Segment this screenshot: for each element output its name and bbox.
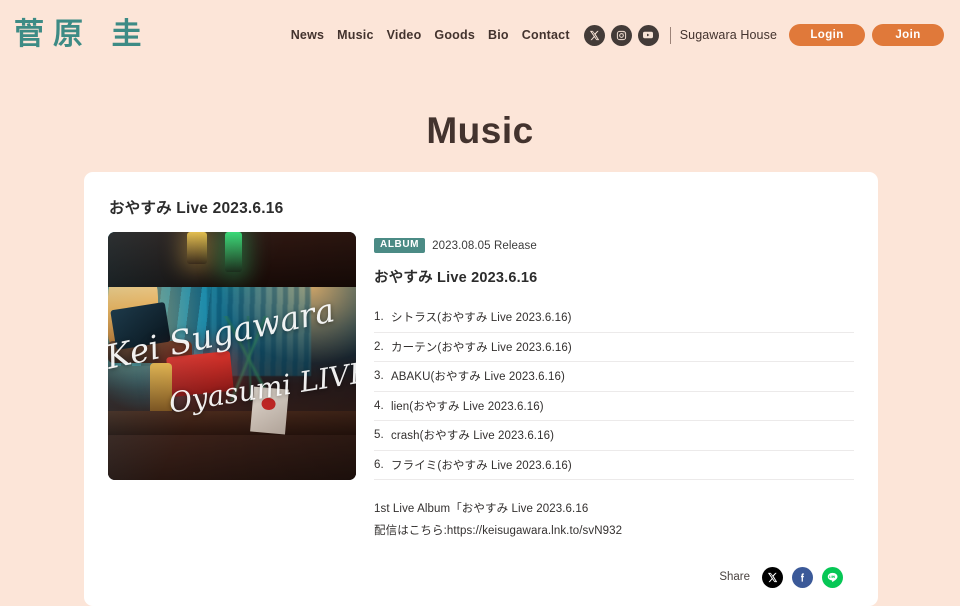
instagram-icon[interactable] [610,24,632,46]
release-info: ALBUM 2023.08.05 Release おやすみ Live 2023.… [356,232,854,543]
join-button[interactable]: Join [872,24,944,46]
site-logo[interactable]: 菅原 圭 [14,20,150,50]
track-row: 4. lien(おやすみ Live 2023.6.16) [374,392,854,421]
share-line-button[interactable] [822,566,843,588]
header-divider [669,26,671,44]
share-row: Share [108,566,854,606]
track-title: フライミ(おやすみ Live 2023.6.16) [391,459,572,472]
release-card: おやすみ Live 2023.6.16 Kei Sugawara Oyasumi… [84,172,878,606]
track-number: 3. [374,370,384,383]
track-title: crash(おやすみ Live 2023.6.16) [391,430,555,443]
nav-item-video[interactable]: Video [387,28,422,42]
track-title: カーテン(おやすみ Live 2023.6.16) [391,341,572,354]
track-row: 1. シトラス(おやすみ Live 2023.6.16) [374,303,854,333]
release-description: 1st Live Album「おやすみ Live 2023.6.16 配信はこち… [374,498,854,543]
track-row: 5. crash(おやすみ Live 2023.6.16) [374,421,854,451]
release-meta: ALBUM 2023.08.05 Release [374,232,854,253]
track-list: 1. シトラス(おやすみ Live 2023.6.16) 2. カーテン(おやす… [374,303,854,480]
x-icon[interactable] [583,24,605,46]
release-date: 2023.08.05 Release [432,239,537,252]
page-title: Music [426,110,534,151]
nav-item-music[interactable]: Music [337,28,373,42]
release-card-title: おやすみ Live 2023.6.16 [109,200,284,217]
site-header: 菅原 圭 News Music Video Goods Bio Contact [0,0,960,70]
nav-item-bio[interactable]: Bio [488,28,509,42]
header-right-group: News Music Video Goods Bio Contact Sugaw… [291,24,944,46]
artwork-text-title: Oyasumi LIVE [166,355,356,420]
album-artwork[interactable]: Kei Sugawara Oyasumi LIVE [108,232,356,480]
nav-item-goods[interactable]: Goods [434,28,475,42]
track-number: 1. [374,311,384,324]
track-title: ABAKU(おやすみ Live 2023.6.16) [391,371,565,384]
share-facebook-button[interactable] [792,566,813,588]
share-x-button[interactable] [762,566,783,588]
release-title: おやすみ Live 2023.6.16 [374,270,538,286]
release-description-line-1: 1st Live Album「おやすみ Live 2023.6.16 [374,503,589,515]
sugawara-house-link[interactable]: Sugawara House [680,28,777,42]
track-title: lien(おやすみ Live 2023.6.16) [391,400,544,413]
track-number: 4. [374,399,384,412]
nav-item-contact[interactable]: Contact [522,28,570,42]
main-nav: News Music Video Goods Bio Contact [291,28,570,42]
track-number: 5. [374,429,384,442]
login-button[interactable]: Login [789,24,865,46]
artwork-script-text: Kei Sugawara Oyasumi LIVE [108,232,356,480]
track-row: 6. フライミ(おやすみ Live 2023.6.16) [374,451,854,480]
track-number: 6. [374,458,384,471]
share-label: Share [719,571,750,584]
track-row: 3. ABAKU(おやすみ Live 2023.6.16) [374,362,854,392]
social-links [583,24,659,46]
track-row: 2. カーテン(おやすみ Live 2023.6.16) [374,333,854,362]
track-number: 2. [374,340,384,353]
youtube-icon[interactable] [637,24,659,46]
album-badge: ALBUM [374,238,426,253]
release-body: Kei Sugawara Oyasumi LIVE ALBUM 2023.08.… [108,232,854,543]
track-title: シトラス(おやすみ Live 2023.6.16) [391,312,572,325]
nav-item-news[interactable]: News [291,28,324,42]
artwork-text-artist: Kei Sugawara [108,290,338,377]
release-description-line-2[interactable]: 配信はこちら:https://keisugawara.lnk.to/svN932 [374,520,854,542]
